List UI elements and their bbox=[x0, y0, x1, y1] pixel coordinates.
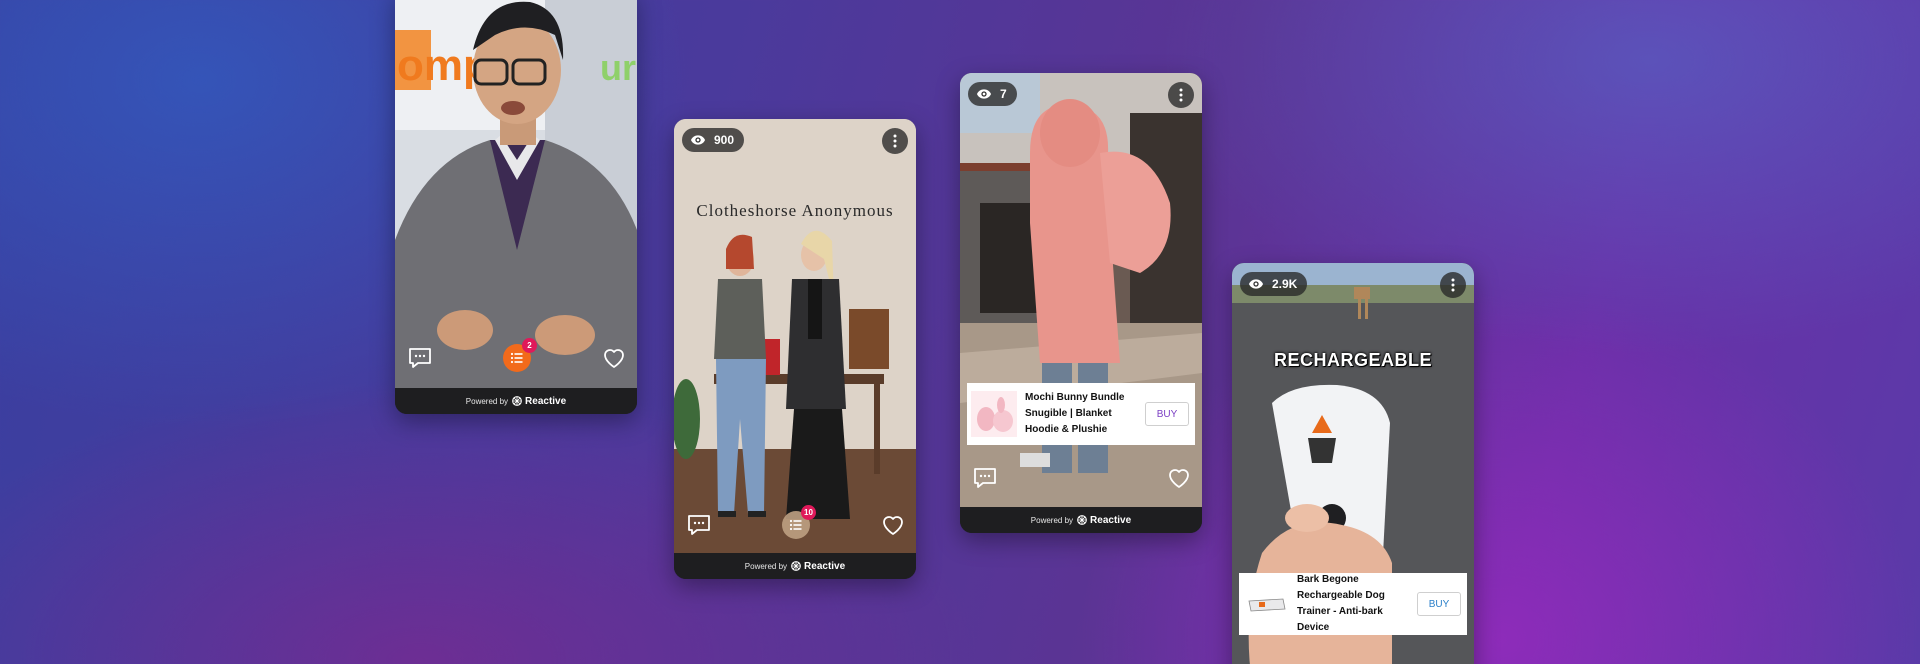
list-icon bbox=[510, 351, 524, 365]
more-options-button[interactable] bbox=[1440, 272, 1466, 298]
heart-icon[interactable] bbox=[880, 512, 906, 538]
video-thumbnail[interactable]: RECHARGEABLE 2.9K Bark Begone Rechargeab… bbox=[1232, 263, 1474, 664]
buy-button[interactable]: BUY bbox=[1145, 402, 1189, 426]
view-count: 7 bbox=[968, 82, 1017, 106]
product-card[interactable]: Mochi Bunny Bundle Snugible | Blanket Ho… bbox=[967, 383, 1195, 445]
view-count-value: 2.9K bbox=[1272, 277, 1298, 291]
comment-icon[interactable] bbox=[407, 345, 433, 371]
comment-icon[interactable] bbox=[686, 512, 712, 538]
view-count: 2.9K bbox=[1240, 272, 1308, 296]
reactive-brand-text: Reactive bbox=[804, 560, 846, 572]
view-count: 900 bbox=[682, 128, 745, 152]
product-name: Bark Begone Rechargeable Dog Trainer - A… bbox=[1297, 574, 1385, 633]
comment-icon[interactable] bbox=[972, 465, 998, 491]
overlay-caption: RECHARGEABLE bbox=[1273, 350, 1432, 370]
more-icon bbox=[889, 134, 901, 148]
product-count-badge: 10 bbox=[801, 505, 816, 520]
store-sign: Clotheshorse Anonymous bbox=[696, 201, 894, 220]
product-thumbnail bbox=[971, 391, 1017, 437]
card-actions: 2 bbox=[407, 338, 627, 372]
more-icon bbox=[1175, 88, 1187, 102]
video-card-2[interactable]: Clotheshorse Anonymous 900 10 Powered by… bbox=[674, 119, 916, 579]
eye-icon bbox=[976, 86, 992, 102]
reactive-logo: Reactive bbox=[791, 561, 845, 572]
view-count-value: 900 bbox=[714, 133, 735, 147]
powered-by-footer[interactable]: Powered by Reactive bbox=[960, 507, 1202, 533]
card-actions bbox=[972, 465, 1192, 491]
more-icon bbox=[1447, 278, 1459, 292]
reactive-logo-icon bbox=[1077, 515, 1087, 525]
view-count-value: 7 bbox=[1000, 87, 1007, 101]
reactive-logo-icon bbox=[512, 396, 522, 406]
list-icon bbox=[789, 518, 803, 532]
powered-by-label: Powered by bbox=[744, 561, 788, 571]
boutique-video-frame bbox=[674, 119, 916, 553]
powered-by-footer[interactable]: Powered by Reactive bbox=[395, 388, 637, 414]
eye-icon bbox=[1248, 276, 1264, 292]
product-list-button[interactable]: 10 bbox=[782, 505, 816, 539]
reactive-brand-text: Reactive bbox=[525, 395, 567, 407]
product-card[interactable]: Bark Begone Rechargeable Dog Trainer - A… bbox=[1239, 573, 1467, 635]
product-count-badge: 2 bbox=[522, 338, 537, 353]
powered-by-label: Powered by bbox=[1030, 515, 1074, 525]
card-actions: 10 bbox=[686, 505, 906, 539]
more-options-button[interactable] bbox=[1168, 82, 1194, 108]
heart-icon[interactable] bbox=[601, 345, 627, 371]
buy-button[interactable]: BUY bbox=[1417, 592, 1461, 616]
product-thumbnail bbox=[1243, 581, 1289, 627]
reactive-logo-icon bbox=[791, 561, 801, 571]
eye-icon bbox=[690, 132, 706, 148]
powered-by-label: Powered by bbox=[465, 396, 509, 406]
svg-text:ura: ura bbox=[600, 47, 637, 88]
video-thumbnail[interactable]: omp ura 2 bbox=[395, 0, 637, 388]
reactive-logo: Reactive bbox=[512, 396, 566, 407]
video-card-4[interactable]: RECHARGEABLE 2.9K Bark Begone Rechargeab… bbox=[1232, 263, 1474, 664]
heart-icon[interactable] bbox=[1166, 465, 1192, 491]
reactive-brand-text: Reactive bbox=[1090, 514, 1132, 526]
product-name: Mochi Bunny Bundle Snugible | Blanket Ho… bbox=[1025, 392, 1125, 435]
video-card-1[interactable]: omp ura 2 Powered by R bbox=[395, 0, 637, 414]
presenter-video-frame: omp ura bbox=[395, 0, 637, 388]
video-thumbnail[interactable]: 7 Mochi Bunny Bundle Snugible | Blanket … bbox=[960, 73, 1202, 507]
more-options-button[interactable] bbox=[882, 128, 908, 154]
product-list-button[interactable]: 2 bbox=[503, 338, 537, 372]
powered-by-footer[interactable]: Powered by Reactive bbox=[674, 553, 916, 579]
video-thumbnail[interactable]: Clotheshorse Anonymous 900 10 bbox=[674, 119, 916, 553]
video-card-3[interactable]: 7 Mochi Bunny Bundle Snugible | Blanket … bbox=[960, 73, 1202, 533]
reactive-logo: Reactive bbox=[1077, 515, 1131, 526]
